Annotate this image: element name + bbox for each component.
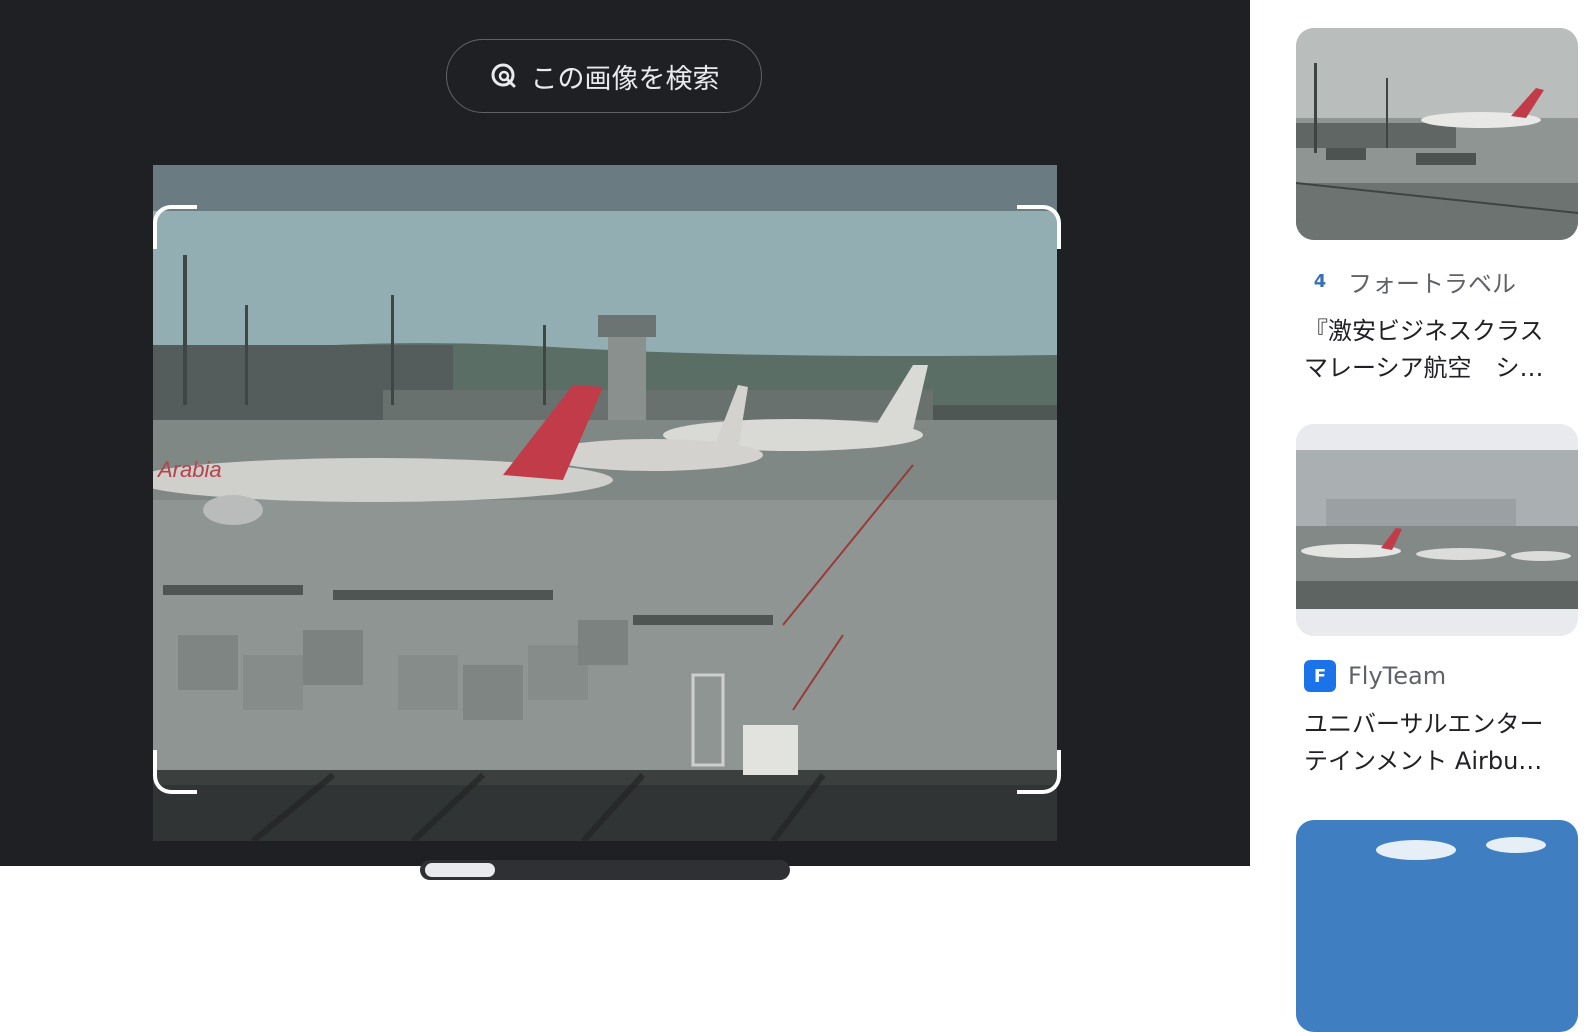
result-card-2[interactable]: F FlyTeam ユニバーサルエンター テインメント Airbu…	[1296, 424, 1578, 780]
search-this-image-button[interactable]: この画像を検索	[446, 39, 762, 113]
lens-search-icon	[491, 63, 515, 88]
result-thumbnail[interactable]	[1296, 424, 1578, 636]
airport-thumbnail-2	[1296, 424, 1578, 636]
crop-handle-bottom-left[interactable]	[153, 750, 197, 794]
mode-toggle-strip[interactable]	[420, 860, 790, 880]
result-title-line-2: マレーシア航空 シ…	[1304, 354, 1544, 382]
result-source-name: フォートラベル	[1348, 270, 1516, 298]
aircraft-livery-text: Arabia	[156, 457, 222, 482]
result-source-name: FlyTeam	[1348, 662, 1447, 690]
result-thumbnail[interactable]	[1296, 28, 1578, 240]
flyteam-favicon-icon: F	[1304, 660, 1336, 692]
crop-handle-bottom-right[interactable]	[1017, 750, 1061, 794]
result-title-line-1: 『激安ビジネスクラス	[1304, 317, 1544, 345]
fourtravel-favicon-icon: 4	[1304, 265, 1336, 298]
result-title-line-1: ユニバーサルエンター	[1304, 710, 1544, 738]
search-this-image-label: この画像を検索	[530, 63, 720, 95]
sky-thumbnail-3	[1296, 820, 1578, 1032]
mode-toggle-knob[interactable]	[425, 863, 495, 877]
result-card-1[interactable]: 4 フォートラベル 『激安ビジネスクラス マレーシア航空 シ…	[1296, 28, 1578, 387]
result-title-line-2: テインメント Airbu…	[1304, 747, 1543, 775]
main-photo[interactable]: Arabia	[153, 165, 1057, 841]
result-card-3[interactable]	[1296, 820, 1578, 1032]
visual-matches-panel: 4 フォートラベル 『激安ビジネスクラス マレーシア航空 シ… F FlyTea…	[1250, 0, 1593, 1032]
airport-thumbnail-1	[1296, 28, 1578, 240]
result-source[interactable]: F FlyTeam	[1304, 660, 1578, 692]
crop-handle-top-right[interactable]	[1017, 205, 1061, 249]
image-viewer-panel: この画像を検索 Arabia	[0, 0, 1250, 880]
airport-apron-photo: Arabia	[153, 165, 1057, 841]
result-thumbnail[interactable]	[1296, 820, 1578, 1032]
crop-dim-bottom	[153, 785, 1057, 841]
result-source[interactable]: 4 フォートラベル	[1304, 264, 1578, 299]
crop-handle-top-left[interactable]	[153, 205, 197, 249]
crop-dim-top	[153, 165, 1057, 211]
result-title[interactable]: 『激安ビジネスクラス マレーシア航空 シ…	[1304, 313, 1574, 387]
result-title[interactable]: ユニバーサルエンター テインメント Airbu…	[1304, 706, 1574, 780]
